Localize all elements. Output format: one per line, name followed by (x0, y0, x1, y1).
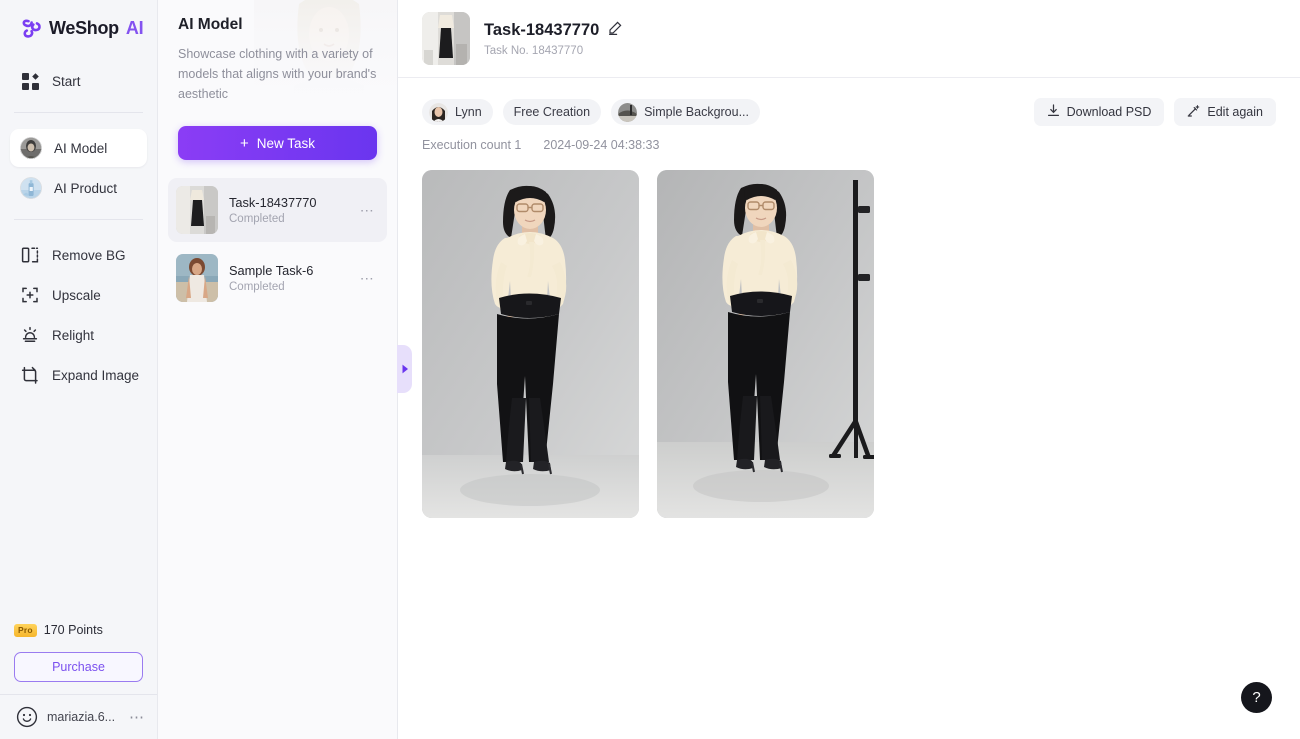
points-label: 170 Points (43, 623, 103, 637)
task-status-0: Completed (229, 213, 285, 225)
plus-icon: + (239, 134, 249, 152)
grid-start-icon (20, 71, 40, 91)
task-panel: AI Model Showcase clothing with a variet… (158, 0, 398, 739)
sidebar-item-expand-image[interactable]: Expand Image (10, 356, 147, 394)
task-name-0: Task-18437770 (229, 195, 317, 210)
chip-background[interactable]: Simple Backgrou... (611, 99, 761, 125)
new-task-button[interactable]: + New Task (178, 126, 377, 160)
task-status-1: Completed (229, 281, 285, 293)
chip-model[interactable]: Lynn (422, 99, 493, 125)
task-meta-1: Sample Task-6 Completed (229, 263, 349, 293)
sidebar-item-start-label: Start (52, 73, 81, 89)
points-block: Pro 170 Points Purchase (0, 615, 157, 692)
collapse-panel-arrow-icon (401, 364, 409, 374)
nav-section-tools: Remove BG Upscale Relight Expand Image (0, 230, 157, 396)
user-name: mariazia.6... (47, 710, 116, 724)
sidebar-item-upscale-label: Upscale (52, 287, 101, 303)
sidebar-item-relight[interactable]: Relight (10, 316, 147, 354)
chip-background-label: Simple Backgrou... (644, 105, 750, 119)
purchase-button[interactable]: Purchase (14, 652, 143, 682)
model-avatar-icon (429, 102, 448, 122)
smiley-avatar-icon (16, 706, 38, 728)
main-header: Task-18437770 Task No. 18437770 (398, 0, 1300, 78)
ai-model-avatar-icon (20, 137, 42, 159)
chip-model-label: Lynn (455, 105, 482, 119)
new-task-label: New Task (256, 135, 316, 151)
sidebar-divider-2 (14, 219, 143, 220)
sidebar-item-ai-model-label: AI Model (54, 140, 108, 156)
header-titles: Task-18437770 Task No. 18437770 (484, 21, 622, 57)
task-panel-title: AI Model (178, 16, 243, 33)
task-menu-icon-1[interactable]: ⋯ (360, 270, 379, 287)
pro-badge: Pro (14, 623, 37, 637)
user-account-row[interactable]: mariazia.6... ⋯ (0, 695, 157, 739)
sidebar-divider-1 (14, 112, 143, 113)
upscale-icon (20, 285, 40, 305)
ai-product-avatar-icon (20, 177, 42, 199)
task-meta-row: Lynn Free Creation Simple Backgrou... Do… (422, 98, 1276, 126)
expand-image-icon (20, 365, 40, 385)
task-thumbnail-1 (176, 254, 218, 302)
background-thumb-icon (618, 102, 638, 122)
sidebar-item-remove-bg-label: Remove BG (52, 247, 126, 263)
brand-logo-area[interactable]: WeShop AI (0, 0, 157, 56)
sidebar-item-expand-image-label: Expand Image (52, 367, 140, 383)
sidebar-item-ai-product-label: AI Product (54, 180, 118, 196)
task-list: Task-18437770 Completed ⋯ Sample Task-6 … (158, 178, 397, 310)
download-psd-button[interactable]: Download PSD (1033, 98, 1165, 126)
weshop-logo-icon (20, 17, 45, 39)
nav-section-models: AI Model AI Product (0, 123, 157, 209)
brand-suffix: AI (125, 17, 144, 38)
relight-icon (20, 325, 40, 345)
task-list-item-1[interactable]: Sample Task-6 Completed ⋯ (168, 246, 387, 310)
help-button[interactable]: ? (1241, 682, 1272, 713)
chip-creation-mode[interactable]: Free Creation (502, 99, 602, 125)
generated-image-2[interactable] (657, 170, 874, 518)
task-name-1: Sample Task-6 (229, 263, 314, 278)
main-body: Lynn Free Creation Simple Backgrou... Do… (398, 78, 1300, 739)
task-thumbnail-image[interactable] (422, 12, 470, 65)
download-psd-label: Download PSD (1066, 105, 1152, 119)
task-menu-icon-0[interactable]: ⋯ (360, 202, 379, 219)
download-icon (1047, 104, 1060, 120)
task-panel-header: AI Model Showcase clothing with a variet… (158, 0, 397, 104)
task-thumbnail-0 (176, 186, 218, 234)
chip-creation-mode-label: Free Creation (513, 105, 591, 119)
execution-count-label: Execution count 1 (422, 138, 522, 152)
edit-again-label: Edit again (1207, 105, 1263, 119)
left-sidebar: WeShop AI Start AI Model AI Product Remo… (0, 0, 158, 739)
generated-image-1[interactable] (422, 170, 639, 518)
task-number-label: Task No. 18437770 (484, 44, 584, 57)
generated-images-row (422, 170, 1276, 518)
task-list-item-0[interactable]: Task-18437770 Completed ⋯ (168, 178, 387, 242)
app-root: WeShop AI Start AI Model AI Product Remo… (0, 0, 1300, 739)
points-row: Pro 170 Points (14, 615, 143, 645)
sidebar-item-ai-product[interactable]: AI Product (10, 169, 147, 207)
execution-row: Execution count 1 2024-09-24 04:38:33 (422, 138, 1276, 152)
magic-wand-icon (1187, 104, 1201, 120)
pencil-edit-icon[interactable] (608, 21, 622, 40)
task-panel-description: Showcase clothing with a variety of mode… (178, 47, 377, 101)
remove-bg-icon (20, 245, 40, 265)
sidebar-item-ai-model[interactable]: AI Model (10, 129, 147, 167)
more-dots-icon[interactable]: ⋯ (129, 710, 145, 725)
execution-timestamp: 2024-09-24 04:38:33 (543, 138, 660, 152)
page-title: Task-18437770 (484, 20, 600, 39)
sidebar-item-upscale[interactable]: Upscale (10, 276, 147, 314)
main-content: Task-18437770 Task No. 18437770 Lynn Fre… (398, 0, 1300, 739)
sidebar-item-start[interactable]: Start (10, 62, 147, 100)
sidebar-item-relight-label: Relight (52, 327, 95, 343)
task-meta-0: Task-18437770 Completed (229, 195, 349, 225)
brand-name: WeShop (49, 17, 119, 38)
edit-again-button[interactable]: Edit again (1174, 98, 1276, 126)
header-title-row: Task-18437770 (484, 21, 622, 40)
collapse-panel-handle[interactable] (397, 345, 412, 393)
sidebar-item-remove-bg[interactable]: Remove BG (10, 236, 147, 274)
nav-section-top: Start (0, 56, 157, 102)
